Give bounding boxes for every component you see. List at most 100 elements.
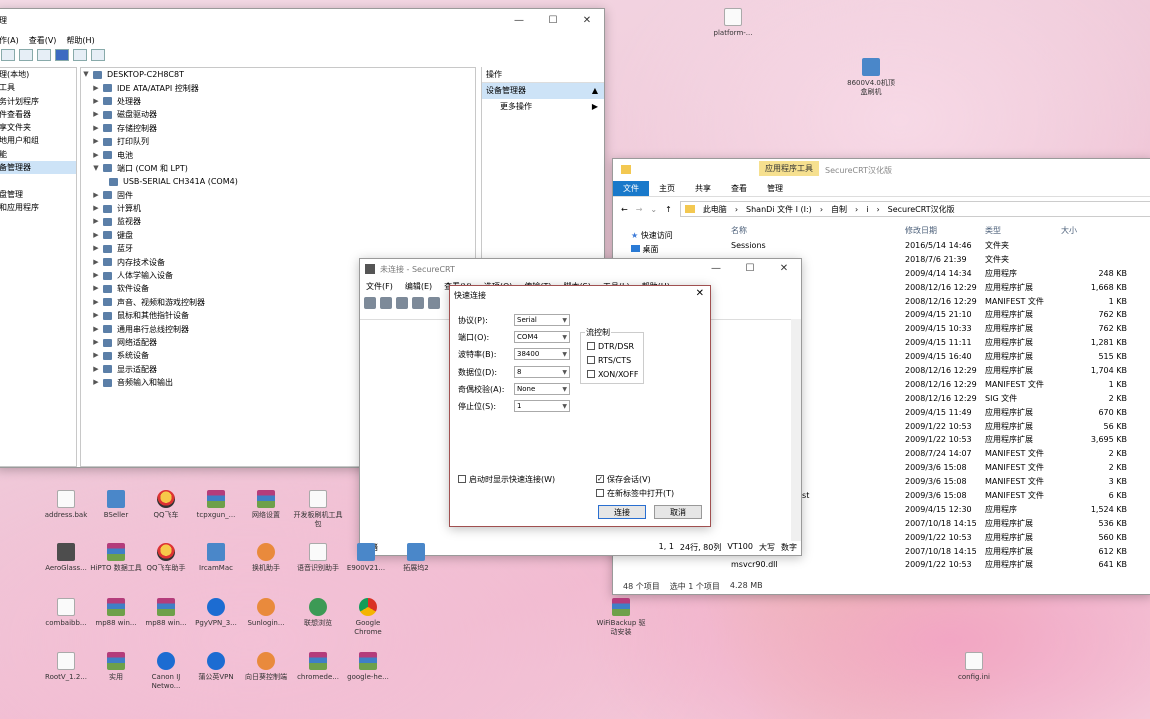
breadcrumb-item[interactable]: SecureCRT汉化版 <box>888 204 955 215</box>
view-icon[interactable] <box>73 49 87 61</box>
minimize-button[interactable]: — <box>699 259 733 277</box>
chevron-right-icon[interactable]: ▶ <box>91 82 101 95</box>
tree-root[interactable]: ▼ DESKTOP-C2H8C8T <box>81 68 475 81</box>
desktop-icon-item[interactable]: 拓展坞2 <box>390 543 442 573</box>
chevron-right-icon[interactable]: ▶ <box>91 108 101 121</box>
desktop-icon-item[interactable]: mp88 win... <box>140 598 192 628</box>
protocol-select[interactable]: Serial ▼ <box>514 314 570 326</box>
desktop-icon-item[interactable]: combaibb... <box>40 598 92 628</box>
chevron-right-icon[interactable]: ▶ <box>91 376 101 389</box>
back-icon[interactable]: ← <box>621 205 628 214</box>
tree-category[interactable]: ▼ 端口 (COM 和 LPT) <box>81 162 475 175</box>
desktop-icon-item[interactable]: address.bak <box>40 490 92 520</box>
console-item[interactable]: 和应用程序 <box>0 201 76 214</box>
tree-category[interactable]: ▶ 电池 <box>81 148 475 161</box>
desktop-icon-item[interactable]: Canon IJ Netwo... <box>140 652 192 691</box>
chevron-right-icon[interactable]: ▶ <box>91 202 101 215</box>
show-on-startup-checkbox[interactable]: 启动时显示快速连接(W) <box>458 472 555 486</box>
close-button[interactable]: ✕ <box>767 259 801 277</box>
connect-tab-icon[interactable] <box>396 297 408 309</box>
parity-select[interactable]: None ▼ <box>514 383 570 395</box>
menu-help[interactable]: 帮助(H) <box>66 35 94 46</box>
desktop-icon-item[interactable]: Sunlogin... <box>240 598 292 628</box>
tree-child-item[interactable]: USB-SERIAL CH341A (COM4) <box>81 175 475 188</box>
chevron-right-icon[interactable]: ▶ <box>91 95 101 108</box>
chevron-down-icon[interactable]: ▼ <box>91 162 101 175</box>
stop-bits-select[interactable]: 1 ▼ <box>514 400 570 412</box>
more-actions[interactable]: 更多操作 ▶ <box>482 99 604 115</box>
chevron-right-icon[interactable]: ▶ <box>91 336 101 349</box>
open-in-tab-checkbox[interactable]: 在新标签中打开(T) <box>596 486 674 500</box>
back-icon[interactable] <box>1 49 15 61</box>
console-item[interactable]: 享文件夹 <box>0 121 76 134</box>
desktop-icon-item[interactable]: WiFiBackup 驱动安装 <box>595 598 647 637</box>
chevron-right-icon[interactable]: ▶ <box>91 135 101 148</box>
close-icon[interactable]: ✕ <box>696 288 704 299</box>
address-bar[interactable]: 此电脑 › ShanDi 文件 I (I:) › 自制 › i › Secure… <box>679 201 1150 217</box>
reconnect-icon[interactable] <box>412 297 424 309</box>
chevron-right-icon[interactable]: ▶ <box>91 296 101 309</box>
desktop-icon-item[interactable]: PgyVPN_3... <box>190 598 242 628</box>
desktop-icon-item[interactable]: IrcamMac <box>190 543 242 573</box>
column-date[interactable]: 修改日期 <box>905 225 937 236</box>
desktop-icon-item[interactable]: tcpxgun_... <box>190 490 242 520</box>
desktop-icon-item[interactable]: 语音识别助手 <box>292 543 344 573</box>
port-select[interactable]: COM4 ▼ <box>514 331 570 343</box>
monitor-icon[interactable] <box>91 49 105 61</box>
rts-cts-checkbox[interactable]: RTS/CTS <box>587 353 643 367</box>
desktop-icon-item[interactable]: BSeller <box>90 490 142 520</box>
desktop-icon-item[interactable]: RootV_1.2... <box>40 652 92 682</box>
column-name[interactable]: 名称 <box>731 225 747 236</box>
console-item[interactable]: 能 <box>0 148 76 161</box>
tab-manage[interactable]: 管理 <box>757 181 793 196</box>
chevron-right-icon[interactable]: ▶ <box>91 309 101 322</box>
baud-select[interactable]: 38400 ▼ <box>514 348 570 360</box>
breadcrumb-item[interactable]: 自制 <box>831 204 847 215</box>
desktop-icon-item[interactable]: 蒲公英VPN <box>190 652 242 682</box>
console-item[interactable]: 理(本地) <box>0 68 76 81</box>
file-row[interactable]: msvcr90.dll 2009/1/22 10:53 应用程序扩展 641 KB <box>731 558 1150 572</box>
menu-action[interactable]: 作(A) <box>0 35 19 46</box>
desktop-icon-item[interactable]: 换机助手 <box>240 543 292 573</box>
chevron-right-icon[interactable]: ▶ <box>91 229 101 242</box>
dtr-dsr-checkbox[interactable]: DTR/DSR <box>587 339 643 353</box>
console-item[interactable]: 地用户和组 <box>0 134 76 147</box>
desktop-icon-item[interactable]: 网络设置 <box>240 490 292 520</box>
console-item-device-manager[interactable]: 备管理器 <box>0 161 76 175</box>
column-size[interactable]: 大小 <box>1061 225 1127 236</box>
save-session-checkbox[interactable]: ✓ 保存会话(V) <box>596 472 651 486</box>
help-icon[interactable] <box>55 49 69 61</box>
chevron-right-icon[interactable]: ▶ <box>91 122 101 135</box>
breadcrumb-item[interactable]: 此电脑 <box>703 204 727 215</box>
connect-button[interactable]: 连接 <box>598 505 646 519</box>
desktop-icon-item[interactable]: AeroGlass... <box>40 543 92 573</box>
tree-category[interactable]: ▶ 监视器 <box>81 215 475 228</box>
tree-category[interactable]: ▶ 打印队列 <box>81 135 475 148</box>
nav-desktop[interactable]: 桌面 <box>631 243 731 257</box>
tab-file[interactable]: 文件 <box>613 181 649 196</box>
tree-category[interactable]: ▶ 固件 <box>81 189 475 202</box>
breadcrumb-item[interactable]: i <box>866 205 868 214</box>
tree-category[interactable]: ▶ 磁盘驱动器 <box>81 108 475 121</box>
forward-icon[interactable] <box>19 49 33 61</box>
chevron-down-icon[interactable]: ▼ <box>81 68 91 81</box>
tab-share[interactable]: 共享 <box>685 181 721 196</box>
tab-home[interactable]: 主页 <box>649 181 685 196</box>
desktop-icon-item[interactable]: 开发板刷机工具包 <box>292 490 344 529</box>
quick-connect-icon[interactable] <box>380 297 392 309</box>
terminal-scrollbar[interactable] <box>791 319 801 541</box>
maximize-button[interactable]: ☐ <box>733 259 767 277</box>
actions-device-manager[interactable]: 设备管理器 ▲ <box>482 83 604 99</box>
chevron-right-icon[interactable]: ▶ <box>91 349 101 362</box>
breadcrumb-item[interactable]: ShanDi 文件 I (I:) <box>746 204 812 215</box>
chevron-right-icon[interactable]: ▶ <box>91 215 101 228</box>
chevron-right-icon[interactable]: ▶ <box>91 256 101 269</box>
desktop-icon-item[interactable]: E900V21... <box>340 543 392 573</box>
desktop-icon-item[interactable]: mp88 win... <box>90 598 142 628</box>
connect-icon[interactable] <box>364 297 376 309</box>
console-item[interactable]: 件查看器 <box>0 108 76 121</box>
chevron-right-icon[interactable]: ▶ <box>91 323 101 336</box>
disconnect-icon[interactable] <box>428 297 440 309</box>
column-type[interactable]: 类型 <box>985 225 1001 236</box>
minimize-button[interactable]: — <box>502 9 536 31</box>
